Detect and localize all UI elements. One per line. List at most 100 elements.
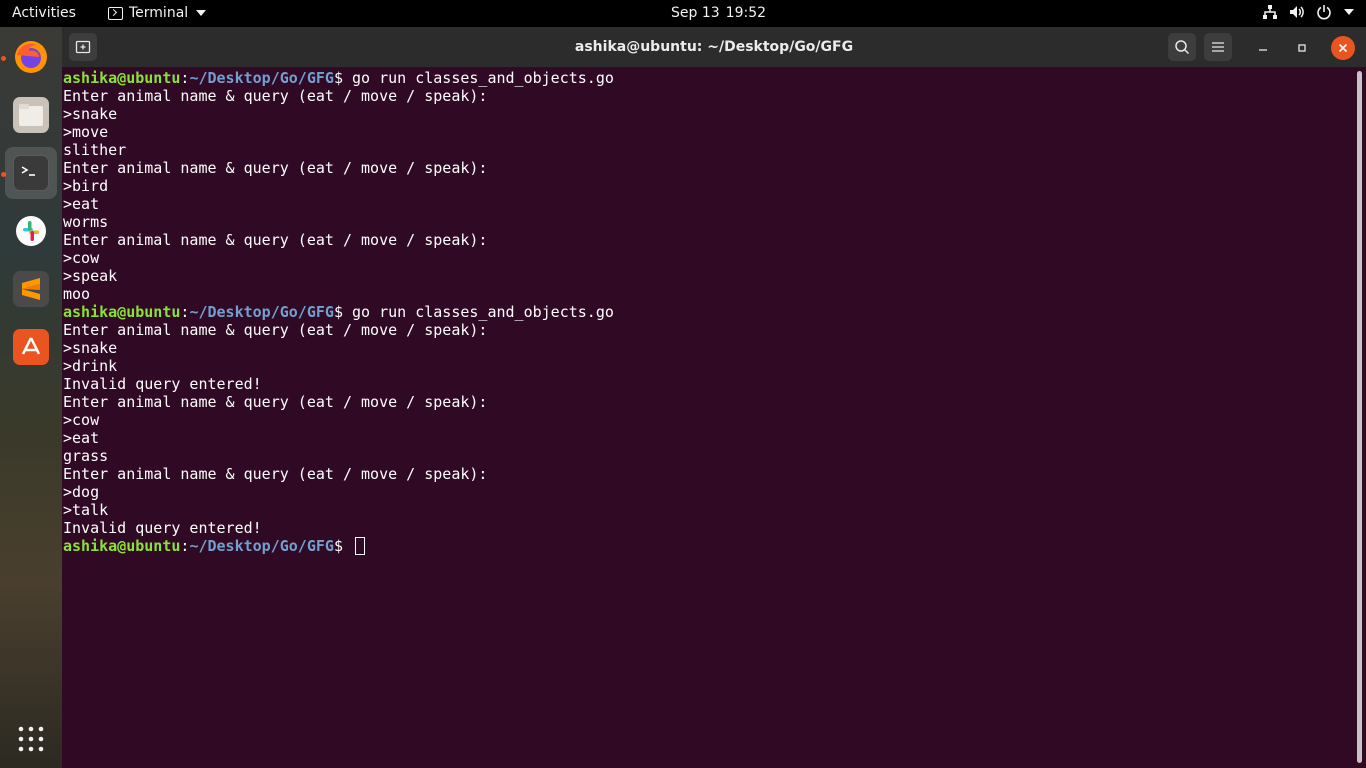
dock-item-firefox[interactable] xyxy=(5,31,57,83)
output-line: >dog xyxy=(63,483,1354,501)
app-menu-label: Terminal xyxy=(129,5,189,21)
prompt-symbol: $ xyxy=(333,303,352,321)
output-line: slither xyxy=(63,141,1354,159)
output-line: Enter animal name & query (eat / move / … xyxy=(63,321,1354,339)
output-line: >snake xyxy=(63,339,1354,357)
prompt-symbol: $ xyxy=(333,537,352,555)
sublime-icon xyxy=(13,271,49,307)
output-text: >cow xyxy=(63,411,100,429)
output-text: Invalid query entered! xyxy=(63,519,262,537)
output-text: worms xyxy=(63,213,109,231)
output-text: >move xyxy=(63,123,109,141)
output-line: >eat xyxy=(63,195,1354,213)
command-text: go run classes_and_objects.go xyxy=(352,69,614,87)
clock-date: Sep 13 xyxy=(671,5,720,21)
volume-icon[interactable] xyxy=(1288,4,1306,20)
output-line: >move xyxy=(63,123,1354,141)
dock-item-software[interactable] xyxy=(5,321,57,373)
prompt-path: ~/Desktop/Go/GFG xyxy=(189,303,334,321)
output-text: Enter animal name & query (eat / move / … xyxy=(63,87,488,105)
output-line: Invalid query entered! xyxy=(63,519,1354,537)
maximize-button[interactable] xyxy=(1290,36,1314,60)
output-line: Enter animal name & query (eat / move / … xyxy=(63,231,1354,249)
show-apps-button[interactable] xyxy=(5,713,57,765)
menu-button[interactable] xyxy=(1204,33,1232,61)
firefox-icon xyxy=(13,39,49,75)
text-cursor xyxy=(355,537,365,555)
top-bar: Activities Terminal Sep 13 19:52 xyxy=(0,0,1366,27)
hamburger-menu-icon xyxy=(1212,42,1224,52)
chevron-down-icon[interactable] xyxy=(1344,9,1354,15)
output-line: Enter animal name & query (eat / move / … xyxy=(63,465,1354,483)
clock[interactable]: Sep 13 19:52 xyxy=(671,5,766,21)
output-line: worms xyxy=(63,213,1354,231)
output-text: moo xyxy=(63,285,91,303)
output-text: Enter animal name & query (eat / move / … xyxy=(63,159,488,177)
output-line: >snake xyxy=(63,105,1354,123)
prompt-user: ashika@ubuntu xyxy=(63,303,181,321)
prompt-user: ashika@ubuntu xyxy=(63,537,181,555)
output-text: >snake xyxy=(63,105,118,123)
search-button[interactable] xyxy=(1168,33,1196,61)
terminal-output[interactable]: ashika@ubuntu:~/Desktop/Go/GFG$ go run c… xyxy=(62,68,1354,768)
minimize-button[interactable] xyxy=(1251,36,1275,60)
output-text: >dog xyxy=(63,483,100,501)
files-icon xyxy=(13,97,49,133)
prompt-line: ashika@ubuntu:~/Desktop/Go/GFG$ xyxy=(63,537,1354,555)
slack-icon xyxy=(13,213,49,249)
output-line: grass xyxy=(63,447,1354,465)
terminal-icon xyxy=(13,155,49,191)
output-text: >talk xyxy=(63,501,109,519)
close-button[interactable] xyxy=(1331,36,1355,60)
dock-item-terminal[interactable] xyxy=(5,147,57,199)
grid-icon xyxy=(18,726,44,752)
output-line: >cow xyxy=(63,411,1354,429)
output-text: Invalid query entered! xyxy=(63,375,262,393)
output-text: >drink xyxy=(63,357,118,375)
clock-time: 19:52 xyxy=(725,5,767,21)
output-text: >eat xyxy=(63,195,100,213)
output-text: Enter animal name & query (eat / move / … xyxy=(63,465,488,483)
prompt-symbol: $ xyxy=(333,69,352,87)
output-text: Enter animal name & query (eat / move / … xyxy=(63,321,488,339)
maximize-icon xyxy=(1298,44,1306,52)
output-text: Enter animal name & query (eat / move / … xyxy=(63,231,488,249)
output-line: moo xyxy=(63,285,1354,303)
output-line: >speak xyxy=(63,267,1354,285)
output-line: Enter animal name & query (eat / move / … xyxy=(63,87,1354,105)
output-text: >bird xyxy=(63,177,109,195)
minimize-icon xyxy=(1259,49,1267,51)
output-line: Invalid query entered! xyxy=(63,375,1354,393)
prompt-user: ashika@ubuntu xyxy=(63,69,181,87)
output-text: >snake xyxy=(63,339,118,357)
close-icon xyxy=(1338,43,1348,53)
output-text: slither xyxy=(63,141,127,159)
output-line: Enter animal name & query (eat / move / … xyxy=(63,393,1354,411)
scrollbar[interactable] xyxy=(1357,71,1362,763)
output-line: Enter animal name & query (eat / move / … xyxy=(63,159,1354,177)
output-line: >talk xyxy=(63,501,1354,519)
output-text: Enter animal name & query (eat / move / … xyxy=(63,393,488,411)
command-text: go run classes_and_objects.go xyxy=(352,303,614,321)
output-text: >cow xyxy=(63,249,100,267)
dock xyxy=(0,27,62,768)
chevron-down-icon xyxy=(196,10,207,16)
app-menu[interactable]: Terminal xyxy=(108,5,207,21)
activities-button[interactable]: Activities xyxy=(12,5,76,21)
output-text: >speak xyxy=(63,267,118,285)
power-icon[interactable] xyxy=(1316,4,1332,20)
header-bar: ashika@ubuntu: ~/Desktop/Go/GFG xyxy=(62,27,1366,68)
prompt-path: ~/Desktop/Go/GFG xyxy=(189,537,334,555)
output-line: >eat xyxy=(63,429,1354,447)
app-store-icon xyxy=(13,329,49,365)
system-tray[interactable] xyxy=(1262,4,1354,20)
network-icon[interactable] xyxy=(1262,4,1278,20)
prompt-line: ashika@ubuntu:~/Desktop/Go/GFG$ go run c… xyxy=(63,303,1354,321)
output-line: >bird xyxy=(63,177,1354,195)
output-text: >eat xyxy=(63,429,100,447)
search-icon xyxy=(1175,40,1190,55)
dock-item-sublime[interactable] xyxy=(5,263,57,315)
dock-item-files[interactable] xyxy=(5,89,57,141)
dock-item-slack[interactable] xyxy=(5,205,57,257)
output-text: grass xyxy=(63,447,109,465)
